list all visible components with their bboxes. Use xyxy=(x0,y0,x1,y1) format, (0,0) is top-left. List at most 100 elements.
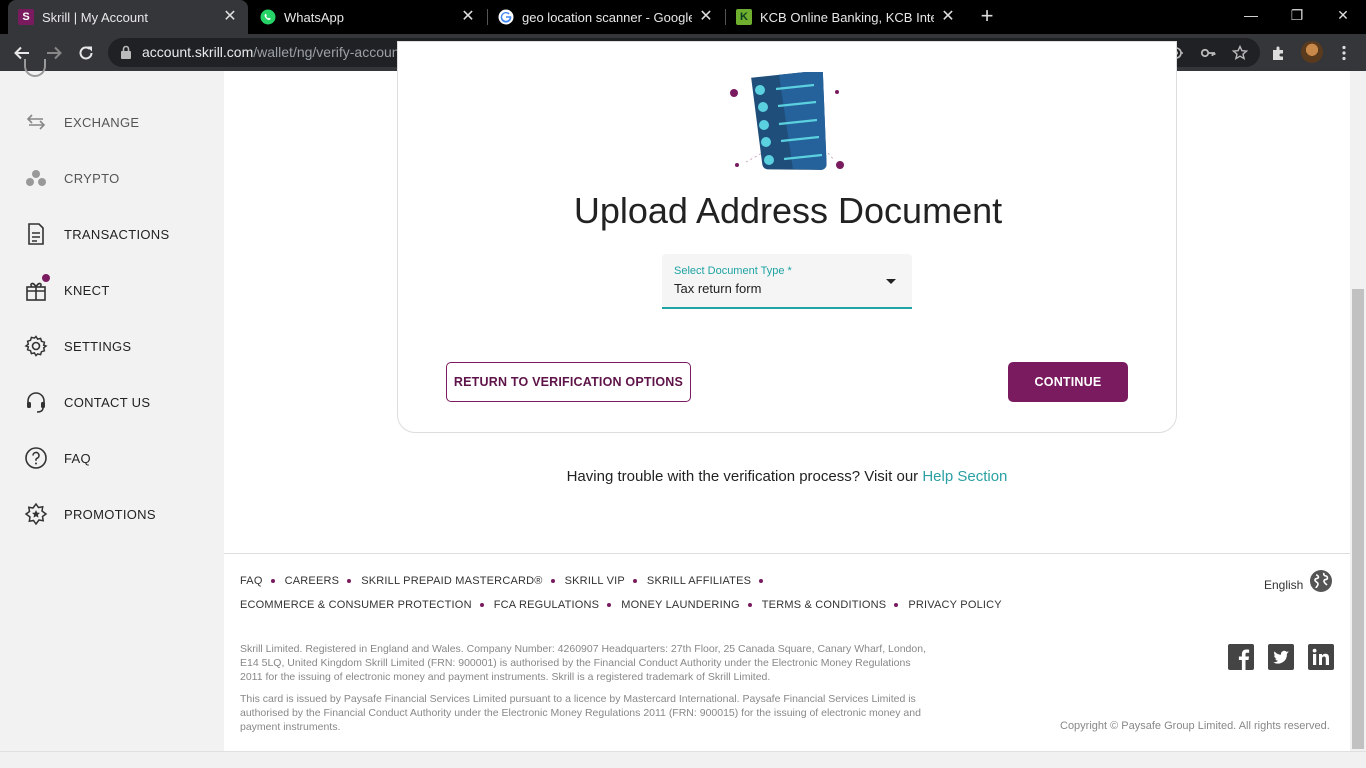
sidebar-item-promotions[interactable]: PROMOTIONS xyxy=(0,492,224,536)
sidebar-item-label: TRANSACTIONS xyxy=(64,226,170,242)
sidebar-item-label: KNECT xyxy=(64,282,110,298)
separator-dot xyxy=(550,579,555,583)
tab-google[interactable]: geo location scanner - Google Se ✕ xyxy=(488,0,724,34)
footer-link-fca-regulations[interactable]: FCA REGULATIONS xyxy=(494,599,599,611)
close-icon[interactable]: ✕ xyxy=(940,9,956,25)
footer-link-skrill-affiliates[interactable]: SKRILL AFFILIATES xyxy=(647,575,751,587)
footer-link-prepaid-mastercard[interactable]: SKRILL PREPAID MASTERCARD® xyxy=(361,575,542,587)
page-title: Upload Address Document xyxy=(573,190,1003,231)
main-content: Upload Address Document Select Document … xyxy=(224,41,1350,751)
lock-icon[interactable] xyxy=(120,45,132,59)
notification-dot xyxy=(40,272,52,284)
linkedin-icon[interactable] xyxy=(1308,644,1334,670)
sidebar: EXCHANGE CRYPTO TRANSACTIONS KNECT SETTI… xyxy=(0,59,224,751)
footer-divider xyxy=(224,553,1350,554)
whatsapp-icon xyxy=(260,9,276,25)
separator-dot xyxy=(747,603,752,607)
skrill-icon: S xyxy=(18,9,34,25)
sidebar-item-faq[interactable]: FAQ xyxy=(0,436,224,480)
sidebar-item-knect[interactable]: KNECT xyxy=(0,268,224,312)
sidebar-item-exchange[interactable]: EXCHANGE xyxy=(0,100,224,144)
restore-icon[interactable]: ❐ xyxy=(1274,0,1320,30)
star-icon[interactable] xyxy=(1231,44,1249,62)
tab-whatsapp[interactable]: WhatsApp ✕ xyxy=(250,0,486,34)
document-icon xyxy=(24,222,48,246)
separator-dot xyxy=(479,603,484,607)
window-close-icon[interactable]: ✕ xyxy=(1320,0,1366,30)
browser-tab-bar: S Skrill | My Account ✕ WhatsApp ✕ geo l… xyxy=(0,0,1366,34)
google-icon xyxy=(498,9,514,25)
kcb-icon: K xyxy=(736,9,752,25)
reload-icon[interactable] xyxy=(73,40,99,66)
sidebar-item-label: EXCHANGE xyxy=(64,114,140,130)
exchange-icon xyxy=(24,110,48,134)
document-type-select[interactable]: Select Document Type * Tax return form xyxy=(662,254,912,309)
sidebar-item-label: PROMOTIONS xyxy=(64,506,156,522)
key-icon[interactable] xyxy=(1199,44,1217,62)
partial-scrolled-icon xyxy=(24,59,46,77)
minimize-icon[interactable]: ― xyxy=(1228,0,1274,30)
sidebar-item-label: CRYPTO xyxy=(64,170,120,186)
legal-text-card: This card is issued by Paysafe Financial… xyxy=(240,693,921,733)
crypto-icon xyxy=(24,166,48,190)
footer-links-row-1: FAQ CAREERS SKRILL PREPAID MASTERCARD® S… xyxy=(240,575,773,587)
menu-kebab-icon[interactable] xyxy=(1334,43,1354,63)
sidebar-item-settings[interactable]: SETTINGS xyxy=(0,324,224,368)
legal-text-skrill: Skrill Limited. Registered in England an… xyxy=(240,643,926,683)
return-to-verification-options-button[interactable]: RETURN TO VERIFICATION OPTIONS xyxy=(446,362,691,402)
help-text: Having trouble with the verification pro… xyxy=(566,468,923,485)
separator-dot xyxy=(347,579,352,583)
language-selector[interactable]: English xyxy=(1264,578,1303,592)
close-icon[interactable]: ✕ xyxy=(222,9,238,25)
scrollbar-thumb[interactable] xyxy=(1352,289,1364,749)
separator-dot xyxy=(270,579,275,583)
headset-icon xyxy=(24,390,48,414)
footer-link-terms[interactable]: TERMS & CONDITIONS xyxy=(762,599,887,611)
sidebar-item-crypto[interactable]: CRYPTO xyxy=(0,156,224,200)
tab-title: WhatsApp xyxy=(284,9,344,25)
footer-links-row-2: ECOMMERCE & CONSUMER PROTECTION FCA REGU… xyxy=(240,599,1010,611)
vertical-scrollbar[interactable] xyxy=(1350,71,1366,751)
new-tab-button[interactable]: + xyxy=(976,5,998,28)
copyright-text: Copyright © Paysafe Group Limited. All r… xyxy=(1060,720,1330,732)
footer-link-money-laundering[interactable]: MONEY LAUNDERING xyxy=(621,599,740,611)
footer-link-ecommerce-protection[interactable]: ECOMMERCE & CONSUMER PROTECTION xyxy=(240,599,472,611)
sidebar-item-label: SETTINGS xyxy=(64,338,132,354)
separator-dot xyxy=(759,579,764,583)
close-icon[interactable]: ✕ xyxy=(698,9,714,25)
profile-avatar[interactable] xyxy=(1301,41,1323,63)
tab-kcb[interactable]: K KCB Online Banking, KCB Internet ✕ xyxy=(726,0,966,34)
help-message: Having trouble with the verification pro… xyxy=(224,468,1350,485)
select-label: Select Document Type * xyxy=(674,265,792,277)
footer-link-skrill-vip[interactable]: SKRILL VIP xyxy=(565,575,625,587)
select-value: Tax return form xyxy=(674,281,762,296)
facebook-icon[interactable] xyxy=(1228,644,1254,670)
twitter-icon[interactable] xyxy=(1268,644,1294,670)
horizontal-scrollbar[interactable] xyxy=(0,751,1366,768)
tab-title: Skrill | My Account xyxy=(42,9,148,25)
footer-link-faq[interactable]: FAQ xyxy=(240,575,263,587)
document-illustration xyxy=(730,72,844,170)
sidebar-item-contact-us[interactable]: CONTACT US xyxy=(0,380,224,424)
separator-dot xyxy=(894,603,899,607)
tab-skrill[interactable]: S Skrill | My Account ✕ xyxy=(8,0,248,34)
tab-title: KCB Online Banking, KCB Internet xyxy=(760,9,934,25)
help-section-link[interactable]: Help Section xyxy=(922,468,1007,485)
separator-dot xyxy=(607,603,612,607)
separator-dot xyxy=(632,579,637,583)
footer-link-careers[interactable]: CAREERS xyxy=(285,575,340,587)
tab-title: geo location scanner - Google Se xyxy=(522,9,692,25)
chevron-down-icon[interactable] xyxy=(886,279,896,284)
verification-card: Upload Address Document Select Document … xyxy=(397,41,1177,433)
question-icon xyxy=(24,446,48,470)
footer-link-privacy-policy[interactable]: PRIVACY POLICY xyxy=(908,599,1001,611)
globe-icon[interactable] xyxy=(1309,569,1333,593)
continue-button[interactable]: CONTINUE xyxy=(1008,362,1128,402)
close-icon[interactable]: ✕ xyxy=(460,9,476,25)
sidebar-item-label: FAQ xyxy=(64,450,91,466)
extensions-puzzle-icon[interactable] xyxy=(1269,43,1289,63)
url-host: account.skrill.com xyxy=(142,44,254,60)
star-badge-icon xyxy=(24,502,48,526)
sidebar-item-transactions[interactable]: TRANSACTIONS xyxy=(0,212,224,256)
gear-icon xyxy=(24,334,48,358)
